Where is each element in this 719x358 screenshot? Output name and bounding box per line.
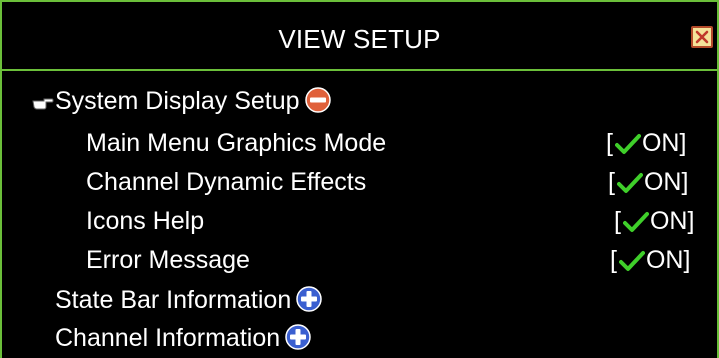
checkmark-icon [618, 251, 645, 271]
setting-row-main-menu-graphics-mode[interactable]: Main Menu Graphics Mode [86, 125, 386, 161]
toggle-main-menu-graphics-mode[interactable]: [ ON] [606, 125, 686, 161]
bracket-open: [ [608, 168, 615, 196]
window-title: VIEW SETUP [278, 24, 441, 54]
pointing-hand-icon [32, 98, 54, 110]
checkmark-icon [622, 212, 649, 232]
toggle-value: ON] [649, 207, 695, 235]
bracket-open: [ [610, 246, 617, 274]
toggle-value: ON] [645, 246, 691, 274]
expand-plus-icon [285, 324, 311, 350]
section-label: State Bar Information [55, 286, 292, 314]
toggle-value: ON] [643, 168, 689, 196]
toggle-channel-dynamic-effects[interactable]: [ ON] [608, 164, 688, 200]
close-button[interactable] [691, 26, 713, 48]
setting-label: Icons Help [86, 207, 205, 235]
setting-label: Main Menu Graphics Mode [86, 129, 387, 157]
bracket-open: [ [614, 207, 621, 235]
setting-row-icons-help[interactable]: Icons Help [86, 203, 204, 239]
close-icon [695, 30, 709, 44]
checkmark-icon [614, 134, 641, 154]
toggle-error-message[interactable]: [ ON] [610, 242, 690, 278]
setting-row-error-message[interactable]: Error Message [86, 242, 250, 278]
setting-row-channel-dynamic-effects[interactable]: Channel Dynamic Effects [86, 164, 366, 200]
collapse-minus-icon [304, 87, 331, 113]
setting-label: Error Message [86, 246, 250, 274]
section-channel-information[interactable]: Channel Information [55, 320, 311, 356]
title-bar: VIEW SETUP [2, 2, 717, 71]
checkmark-icon [616, 173, 643, 193]
section-label: Channel Information [55, 324, 281, 352]
section-system-display-setup[interactable]: System Display Setup [55, 83, 331, 119]
view-setup-window: VIEW SETUP System Display Setup Main Men… [0, 0, 719, 358]
bracket-open: [ [606, 129, 613, 157]
toggle-icons-help[interactable]: [ ON] [614, 203, 694, 239]
setting-label: Channel Dynamic Effects [86, 168, 367, 196]
toggle-value: ON] [641, 129, 687, 157]
section-state-bar-information[interactable]: State Bar Information [55, 282, 322, 318]
section-label: System Display Setup [55, 87, 300, 115]
expand-plus-icon [296, 286, 322, 312]
